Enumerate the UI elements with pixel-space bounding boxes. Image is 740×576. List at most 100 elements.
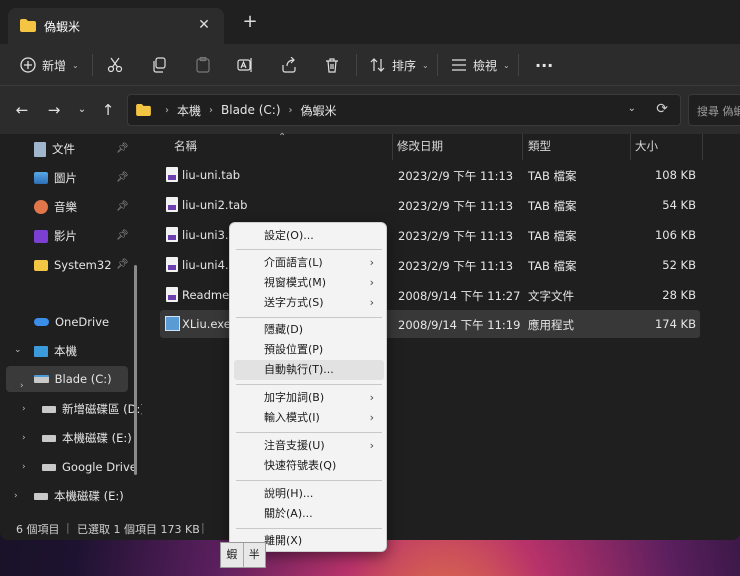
new-button[interactable]: 新增 ⌄: [20, 50, 79, 80]
menu-item-default-position[interactable]: 預設位置(P): [234, 340, 384, 360]
chevron-right-icon: ›: [369, 439, 374, 452]
ime-mode-indicator[interactable]: 蝦: [221, 543, 244, 567]
sort-ascending-icon: ⌃: [278, 132, 287, 143]
breadcrumb-drive[interactable]: Blade (C:): [221, 103, 281, 117]
chevron-right-icon[interactable]: ›: [20, 381, 24, 391]
sidebar-item-pictures[interactable]: 圖片: [34, 165, 77, 191]
menu-item-ui-language[interactable]: 介面語言(L) ›: [234, 253, 384, 273]
menu-item-help[interactable]: 說明(H)...: [234, 484, 384, 504]
divider: [356, 54, 357, 76]
menu-item-autorun[interactable]: 自動執行(T)...: [234, 360, 384, 380]
file-size: 28 KB: [662, 288, 696, 302]
pin-icon: 📌︎: [116, 143, 129, 154]
column-header-size[interactable]: 大小: [635, 138, 658, 160]
paste-button[interactable]: [195, 50, 211, 80]
sidebar-item-music[interactable]: 音樂: [34, 194, 77, 220]
chevron-right-icon: ›: [369, 411, 374, 424]
new-tab-button[interactable]: +: [240, 12, 260, 32]
address-bar[interactable]: › 本機 › Blade (C:) › 偽蝦米 ⌄ ⟳: [127, 94, 681, 126]
sidebar-item-local-disk-e[interactable]: 本機磁碟 (E:): [34, 483, 124, 509]
recent-chevron-icon[interactable]: ⌄: [72, 100, 92, 120]
cloud-icon: [34, 318, 49, 326]
sidebar-scrollbar[interactable]: [134, 265, 137, 475]
column-divider[interactable]: [522, 134, 523, 160]
column-divider[interactable]: [630, 134, 631, 160]
menu-item-settings[interactable]: 設定(O)...: [234, 226, 384, 246]
plus-circle-icon: [20, 57, 36, 73]
menu-item-quick-symbols[interactable]: 快速符號表(Q): [234, 456, 384, 476]
sidebar-item-label: System32: [54, 258, 112, 272]
forward-arrow-icon[interactable]: →: [44, 100, 64, 120]
file-modified: 2023/2/9 下午 11:13: [398, 199, 514, 213]
tab-current-folder[interactable]: 偽蝦米 ✕: [8, 8, 224, 44]
menu-item-hide[interactable]: 隱藏(D): [234, 320, 384, 340]
table-row[interactable]: liu-uni.tab 2023/2/9 下午 11:13 TAB 檔案 108…: [160, 161, 700, 189]
column-divider[interactable]: [392, 134, 393, 160]
share-button[interactable]: [281, 50, 297, 80]
close-tab-icon[interactable]: ✕: [194, 15, 214, 35]
text-file-icon: [166, 287, 178, 302]
chevron-down-icon[interactable]: ⌄: [14, 345, 22, 355]
menu-item-label: 視窗模式(M): [264, 276, 327, 289]
chevron-right-icon[interactable]: ›: [14, 491, 18, 501]
breadcrumb-pc[interactable]: 本機: [177, 102, 201, 119]
folder-icon: [20, 19, 36, 32]
selection-info: 已選取 1 個項目 173 KB: [77, 523, 200, 536]
chevron-right-icon[interactable]: ›: [22, 462, 26, 472]
ime-status-bar[interactable]: 蝦 半: [220, 542, 266, 568]
table-row[interactable]: liu-uni2.tab 2023/2/9 下午 11:13 TAB 檔案 54…: [160, 191, 700, 219]
pictures-icon: [34, 172, 48, 184]
chevron-right-icon: ›: [209, 104, 214, 116]
tab-strip: 偽蝦米 ✕ +: [0, 0, 740, 44]
sidebar-item-documents[interactable]: 文件: [34, 136, 75, 162]
rename-button[interactable]: [237, 50, 253, 80]
cut-button[interactable]: [107, 50, 123, 80]
sort-button[interactable]: 排序 ⌄: [370, 50, 429, 80]
drive-icon: [42, 405, 56, 413]
sidebar-item-this-pc[interactable]: 本機: [34, 338, 77, 364]
breadcrumb-folder[interactable]: 偽蝦米: [301, 102, 337, 119]
copy-button[interactable]: [151, 50, 167, 80]
file-type: TAB 檔案: [528, 169, 577, 183]
menu-item-input-mode[interactable]: 輸入模式(I) ›: [234, 408, 384, 428]
menu-item-send-mode[interactable]: 送字方式(S) ›: [234, 293, 384, 313]
refresh-icon[interactable]: ⟳: [656, 101, 668, 117]
menu-item-phonetic-support[interactable]: 注音支援(U) ›: [234, 436, 384, 456]
sidebar-item-videos[interactable]: 影片: [34, 223, 77, 249]
rename-icon: [237, 58, 252, 72]
file-type: TAB 檔案: [528, 199, 577, 213]
delete-button[interactable]: [324, 50, 340, 80]
up-arrow-icon[interactable]: ↑: [98, 100, 118, 120]
copy-icon: [153, 57, 166, 73]
chevron-right-icon[interactable]: ›: [22, 404, 26, 414]
sidebar-item-google-drive[interactable]: Google Drive: [42, 454, 137, 480]
menu-item-add-words[interactable]: 加字加詞(B) ›: [234, 388, 384, 408]
ime-width-indicator[interactable]: 半: [244, 543, 266, 567]
new-button-label: 新增: [42, 58, 67, 73]
sidebar-item-drive-c[interactable]: › Blade (C:): [6, 366, 128, 392]
column-header-type[interactable]: 類型: [528, 138, 551, 160]
chevron-right-icon: ›: [369, 256, 374, 269]
column-divider[interactable]: [702, 134, 703, 160]
sidebar-item-drive-e[interactable]: 本機磁碟 (E:): [42, 425, 132, 451]
menu-item-about[interactable]: 關於(A)...: [234, 504, 384, 524]
menu-item-window-mode[interactable]: 視窗模式(M) ›: [234, 273, 384, 293]
sidebar-item-label: 新增磁碟區 (D:): [62, 402, 145, 416]
search-input[interactable]: 搜尋 偽蝦米: [688, 94, 740, 126]
sidebar-item-drive-d[interactable]: 新增磁碟區 (D:): [42, 396, 145, 422]
column-header-modified[interactable]: 修改日期: [397, 138, 443, 160]
menu-separator: [236, 249, 382, 250]
menu-separator: [236, 317, 382, 318]
tab-file-icon: [166, 197, 178, 212]
view-button[interactable]: 檢視 ⌄: [451, 50, 510, 80]
back-arrow-icon[interactable]: ←: [12, 100, 32, 120]
sidebar-item-label: 影片: [54, 229, 77, 243]
history-dropdown-icon[interactable]: ⌄: [628, 103, 636, 114]
more-options-button[interactable]: ···: [535, 50, 553, 80]
sidebar-item-system32[interactable]: System32: [34, 252, 112, 278]
chevron-right-icon[interactable]: ›: [22, 433, 26, 443]
column-header-name[interactable]: 名稱: [174, 138, 197, 160]
sidebar-item-onedrive[interactable]: OneDrive: [34, 309, 109, 335]
chevron-down-icon: ⌄: [503, 60, 510, 70]
sort-icon: [370, 58, 385, 72]
